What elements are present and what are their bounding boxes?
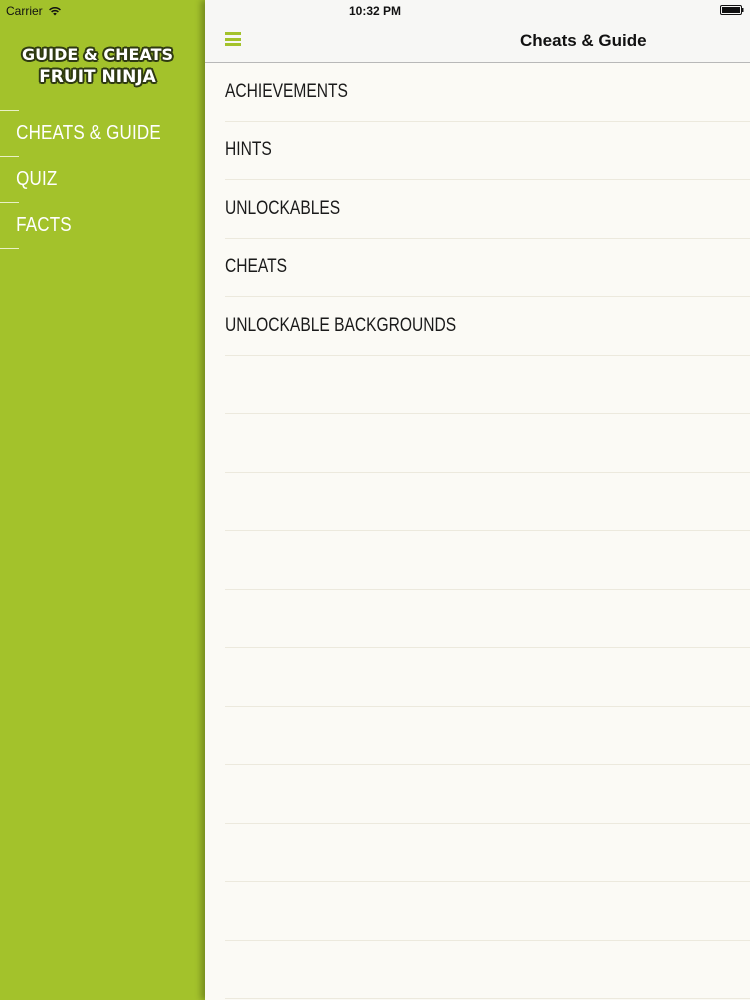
carrier-indicator: Carrier [6, 4, 62, 18]
list-item [225, 356, 750, 414]
list-item[interactable]: ACHIEVEMENTS [225, 63, 750, 122]
logo-line-1: GUIDE & CHEATS [21, 45, 174, 64]
wifi-icon [48, 7, 61, 16]
list-item [225, 824, 750, 882]
sidebar-nav: CHEATS & GUIDE QUIZ FACTS [0, 110, 205, 249]
page-title: Cheats & Guide [205, 31, 750, 51]
clock: 10:32 PM [349, 4, 402, 18]
list-item-label: CHEATS [225, 256, 288, 278]
nav-divider [0, 248, 19, 249]
carrier-label: Carrier [6, 4, 43, 18]
list-item [225, 648, 750, 707]
list-item [225, 531, 750, 590]
list-item[interactable]: UNLOCKABLES [225, 180, 750, 239]
list-item [225, 473, 750, 531]
list-item-label: UNLOCKABLES [225, 197, 341, 219]
list-item-label: UNLOCKABLE BACKGROUNDS [225, 314, 457, 336]
list-item [225, 590, 750, 648]
list-item[interactable]: HINTS [225, 122, 750, 180]
list-item[interactable]: UNLOCKABLE BACKGROUNDS [225, 297, 750, 356]
list-item [225, 765, 750, 824]
content-list: ACHIEVEMENTS HINTS UNLOCKABLES CHEATS UNLOCK… [205, 63, 750, 999]
battery-icon [720, 5, 744, 15]
list-item[interactable]: CHEATS [225, 239, 750, 297]
list-item-label: HINTS [225, 139, 272, 161]
page-title-text: Cheats & Guide [520, 31, 647, 50]
sidebar: GUIDE & CHEATS FRUIT NINJA CHEATS & GUID… [0, 0, 205, 1000]
sidebar-item-cheats-guide[interactable]: CHEATS & GUIDE [0, 111, 174, 156]
main-panel: Cheats & Guide ACHIEVEMENTS HINTS UNLOCKAB… [205, 0, 750, 1000]
sidebar-item-facts[interactable]: FACTS [0, 203, 174, 248]
logo-line-2: FRUIT NINJA [39, 67, 156, 87]
status-bar: Carrier 10:32 PM [0, 0, 750, 22]
app-logo: GUIDE & CHEATS FRUIT NINJA [0, 44, 195, 88]
list-item [225, 707, 750, 765]
list-item [225, 414, 750, 473]
list-item [225, 882, 750, 941]
list-item-label: ACHIEVEMENTS [225, 80, 348, 102]
sidebar-item-quiz[interactable]: QUIZ [0, 157, 174, 202]
list-item [225, 941, 750, 999]
